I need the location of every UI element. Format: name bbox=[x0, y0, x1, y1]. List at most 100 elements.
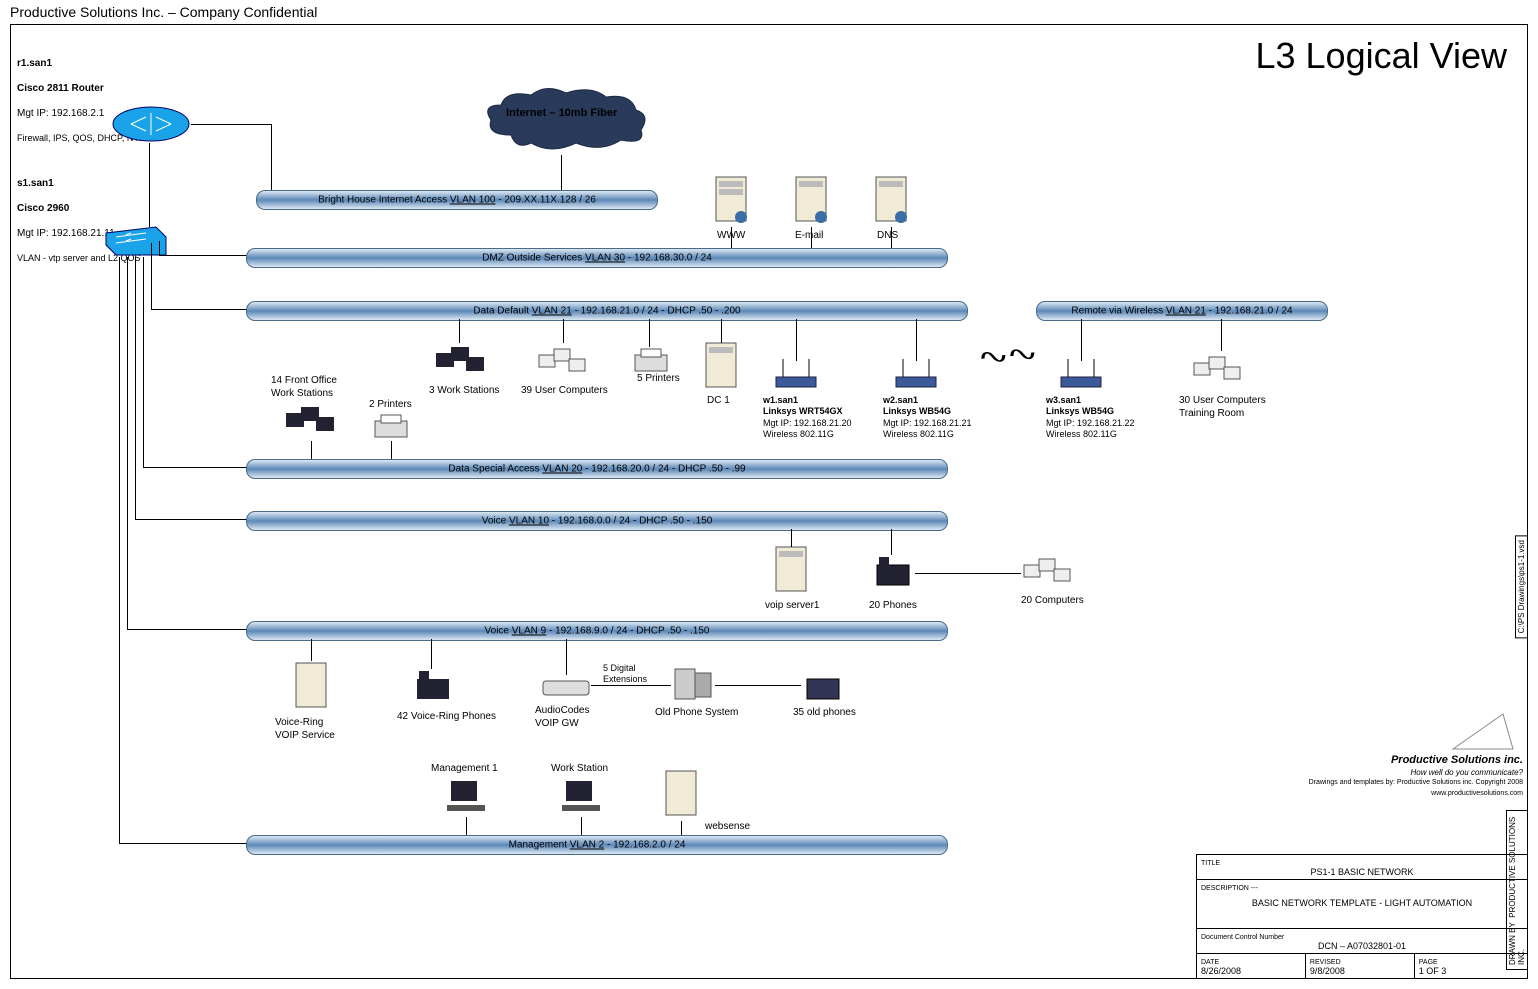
server-dns-icon bbox=[871, 175, 911, 227]
vlan-30-pipe: DMZ Outside Services VLAN 30 - 192.168.3… bbox=[246, 248, 948, 268]
h-v21 bbox=[151, 309, 249, 310]
server-www-icon bbox=[711, 175, 751, 227]
dc1-icon bbox=[701, 341, 741, 393]
vlan-9-pipe: Voice VLAN 9 - 192.168.9.0 / 24 - DHCP .… bbox=[246, 621, 948, 641]
page-title: L3 Logical View bbox=[1255, 35, 1507, 77]
header-confidential: Productive Solutions Inc. – Company Conf… bbox=[10, 4, 317, 20]
vlan-20-pipe: Data Special Access VLAN 20 - 192.168.20… bbox=[246, 459, 948, 479]
tb-desc: DESCRIPTION ---BASIC NETWORK TEMPLATE - … bbox=[1197, 880, 1527, 929]
conn-s1-v9 bbox=[127, 257, 128, 629]
ph42-label: 42 Voice-Ring Phones bbox=[397, 711, 496, 724]
d-m1 bbox=[466, 817, 467, 837]
w1-label: w1.san1Linksys WRT54GXMgt IP: 192.168.21… bbox=[763, 395, 852, 440]
side-path: C:\PS Drawings\ps1-1.vsd bbox=[1515, 535, 1528, 638]
workstations-14-icon bbox=[281, 403, 341, 443]
conn-r1-v100b bbox=[271, 124, 272, 190]
d-p5 bbox=[649, 319, 650, 347]
d-ph42 bbox=[431, 639, 432, 669]
d-wk3 bbox=[459, 319, 460, 343]
vlan-30-label: DMZ Outside Services VLAN 30 - 192.168.3… bbox=[482, 253, 712, 264]
vlan-21-label: Data Default VLAN 21 - 192.168.21.0 / 24… bbox=[473, 306, 740, 317]
ph20-label: 20 Phones bbox=[869, 600, 917, 613]
wk14-label: 14 Front Office Work Stations bbox=[271, 375, 337, 400]
phones-20-icon bbox=[871, 555, 915, 589]
cloud-label: Internet – 10mb Fiber bbox=[506, 107, 617, 121]
d-uc39 bbox=[563, 319, 564, 343]
oldphonesys-label: Old Phone System bbox=[655, 707, 738, 720]
switch-icon bbox=[101, 225, 171, 257]
computers-20-icon bbox=[1021, 553, 1081, 593]
vlan-2-label: Management VLAN 2 - 192.168.2.0 / 24 bbox=[509, 840, 686, 851]
d-w2 bbox=[916, 319, 917, 361]
vlan-100-label: Bright House Internet Access VLAN 100 - … bbox=[318, 195, 596, 206]
conn-s1-v20 bbox=[143, 257, 144, 467]
server-email-icon bbox=[791, 175, 831, 227]
voicering-icon bbox=[291, 661, 331, 713]
conn-r1-s1 bbox=[149, 143, 150, 227]
d-ac bbox=[566, 639, 567, 675]
h-ac-old bbox=[591, 685, 671, 686]
vlan-20-label: Data Special Access VLAN 20 - 192.168.20… bbox=[448, 464, 745, 475]
workstations-3-icon bbox=[431, 343, 491, 383]
d-w1 bbox=[796, 319, 797, 361]
h-v9 bbox=[127, 629, 249, 630]
ext5-label: 5 Digital Extensions bbox=[603, 663, 647, 686]
dc1-label: DC 1 bbox=[707, 395, 730, 408]
mgmt1-label: Management 1 bbox=[431, 763, 498, 776]
voipserver-icon bbox=[771, 545, 811, 597]
tb-dates: DATE8/26/2008 REVISED9/8/2008 PAGE1 OF 3 bbox=[1197, 954, 1527, 978]
conn-s1-v10 bbox=[135, 257, 136, 519]
w2-label: w2.san1Linksys WB54GMgt IP: 192.168.21.2… bbox=[883, 395, 972, 440]
usercomputers-30-icon bbox=[1191, 351, 1251, 391]
mgmt1-icon bbox=[441, 777, 491, 817]
h-ph20-c20 bbox=[915, 573, 1021, 574]
wk3-label: 3 Work Stations bbox=[429, 385, 499, 398]
phones-42-icon bbox=[411, 669, 455, 703]
voipserver-label: voip server1 bbox=[765, 600, 819, 613]
vlan-10-label: Voice VLAN 10 - 192.168.0.0 / 24 - DHCP … bbox=[482, 516, 713, 527]
switch-model: Cisco 2960 bbox=[17, 203, 69, 214]
server-dns-label: DNS bbox=[877, 230, 898, 243]
vlan-21-pipe: Data Default VLAN 21 - 192.168.21.0 / 24… bbox=[246, 301, 968, 321]
ph35-label: 35 old phones bbox=[793, 707, 856, 720]
logo-area: Productive Solutions inc. How well do yo… bbox=[1263, 704, 1523, 798]
websense-label: websense bbox=[705, 821, 750, 834]
conn-r1-v100 bbox=[191, 124, 271, 125]
uc39-label: 39 User Computers bbox=[521, 385, 608, 398]
c20-label: 20 Computers bbox=[1021, 595, 1084, 608]
wireless-link-icon: ∿∿ bbox=[972, 341, 1039, 371]
vlan-21r-label: Remote via Wireless VLAN 21 - 192.168.21… bbox=[1071, 306, 1292, 317]
phones-35-icon bbox=[801, 669, 845, 703]
d-p2 bbox=[391, 441, 392, 459]
server-email-label: E-mail bbox=[795, 230, 823, 243]
router-icon bbox=[111, 105, 191, 143]
tb-dcn: Document Control NumberDCN – A07032801-0… bbox=[1197, 929, 1527, 954]
websense-icon bbox=[661, 769, 701, 821]
vlan-21r-pipe: Remote via Wireless VLAN 21 - 192.168.21… bbox=[1036, 301, 1328, 321]
p5-label: 5 Printers bbox=[637, 373, 680, 386]
printers-2-icon bbox=[371, 413, 411, 443]
vlan-100-pipe: Bright House Internet Access VLAN 100 - … bbox=[256, 190, 658, 210]
d-voipsrv bbox=[791, 529, 792, 547]
vlan-9-label: Voice VLAN 9 - 192.168.9.0 / 24 - DHCP .… bbox=[485, 626, 710, 637]
h-v30 bbox=[159, 255, 249, 256]
conn-s1-v2 bbox=[119, 257, 120, 843]
router-model: Cisco 2811 Router bbox=[17, 83, 104, 94]
title-block: TITLEPS1-1 BASIC NETWORK DESCRIPTION ---… bbox=[1196, 854, 1527, 978]
workstation-icon bbox=[556, 777, 606, 817]
voicering-label: Voice-Ring VOIP Service bbox=[275, 717, 335, 742]
vlan-10-pipe: Voice VLAN 10 - 192.168.0.0 / 24 - DHCP … bbox=[246, 511, 948, 531]
router-name: r1.san1 bbox=[17, 58, 52, 69]
workstation-label: Work Station bbox=[551, 763, 608, 776]
logo-brand: Productive Solutions inc. bbox=[1391, 754, 1523, 766]
c-email bbox=[811, 227, 812, 249]
router-mgmt: Mgt IP: 192.168.2.1 bbox=[17, 108, 104, 119]
conn-s1-v21 bbox=[151, 243, 152, 309]
h-v2 bbox=[119, 843, 249, 844]
d-dc1 bbox=[721, 319, 722, 343]
audiocodes-icon bbox=[541, 675, 591, 699]
d-vr bbox=[311, 639, 312, 661]
h-old-ph35 bbox=[715, 685, 801, 686]
c-www bbox=[731, 227, 732, 249]
p2-label: 2 Printers bbox=[369, 399, 412, 412]
